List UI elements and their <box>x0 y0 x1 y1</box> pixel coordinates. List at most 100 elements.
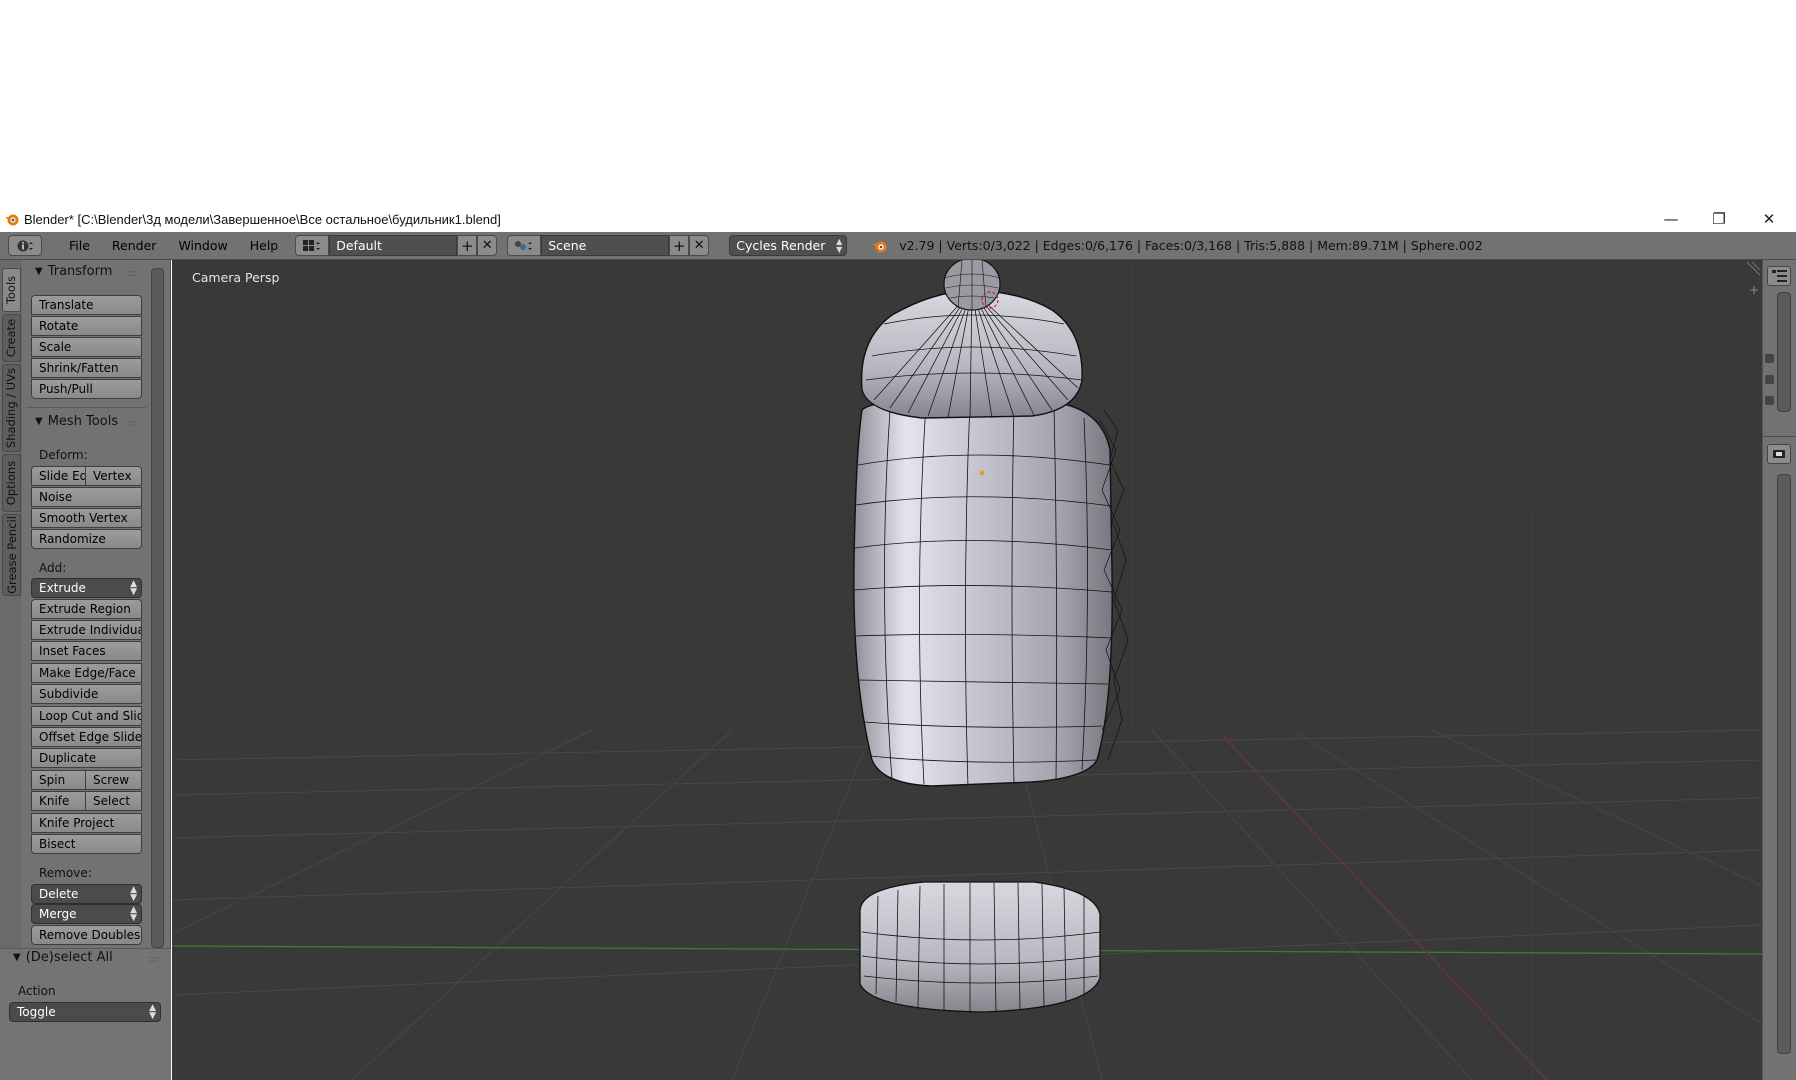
inset-faces-button[interactable]: Inset Faces <box>31 641 142 661</box>
translate-button[interactable]: Translate <box>31 295 142 315</box>
deselect-all-panel-header[interactable]: ▼ (De)select All <box>13 950 113 965</box>
merge-dropdown-label: Merge <box>39 907 77 921</box>
mesh-tools-panel-header[interactable]: ▼ Mesh Tools <box>35 414 118 429</box>
collapse-triangle-icon: ▼ <box>35 266 43 277</box>
drag-grip-icon[interactable]: :::: <box>126 268 137 279</box>
tab-shading-uvs-label: Shading / UVs <box>4 367 19 449</box>
editor-type-button[interactable] <box>8 235 42 256</box>
vertex-slide-button[interactable]: Vertex <box>85 466 142 486</box>
action-label: Action <box>18 984 56 998</box>
collapse-triangle-icon: ▼ <box>35 416 43 427</box>
camera-icon[interactable] <box>1765 354 1774 363</box>
3d-viewport[interactable]: + Camera Persp <box>172 260 1762 1080</box>
duplicate-button[interactable]: Duplicate <box>31 748 142 768</box>
randomize-button[interactable]: Randomize <box>31 529 142 549</box>
properties-editor-button[interactable] <box>1767 444 1791 464</box>
dropdown-arrows-icon: ▲ ▼ <box>836 236 843 254</box>
menu-file[interactable]: File <box>58 235 101 257</box>
x-icon: ✕ <box>693 238 705 253</box>
mesh-tools-panel-title: Mesh Tools <box>47 414 119 429</box>
extrude-region-button[interactable]: Extrude Region <box>31 599 142 619</box>
minimize-button[interactable]: — <box>1648 206 1694 232</box>
remove-scene-button[interactable]: ✕ <box>689 235 710 256</box>
drag-grip-icon[interactable]: :::: <box>148 954 159 965</box>
render-engine-dropdown[interactable]: Cycles Render ▲ ▼ <box>729 235 848 256</box>
push-pull-button[interactable]: Push/Pull <box>31 379 142 399</box>
tab-shading-uvs[interactable]: Shading / UVs <box>2 364 21 452</box>
scale-button[interactable]: Scale <box>31 337 142 357</box>
knife-project-button[interactable]: Knife Project <box>31 813 142 833</box>
camera-icon[interactable] <box>1765 375 1774 384</box>
tool-shelf: Tools Create Shading / UVs Options Greas… <box>0 260 171 1080</box>
subdivide-button[interactable]: Subdivide <box>31 684 142 704</box>
menu-render[interactable]: Render <box>101 235 168 257</box>
rotate-button[interactable]: Rotate <box>31 316 142 336</box>
properties-scrollbar[interactable] <box>1777 474 1791 1054</box>
outliner-scrollbar[interactable] <box>1777 292 1791 412</box>
close-button[interactable]: ✕ <box>1746 206 1792 232</box>
slide-edge-button[interactable]: Slide Ed <box>31 466 86 486</box>
tab-create[interactable]: Create <box>2 314 21 362</box>
collapse-triangle-icon: ▼ <box>13 952 21 963</box>
properties-sidebar-strip <box>1762 260 1796 1080</box>
outliner-toggle-button[interactable] <box>1767 266 1791 286</box>
region-divider <box>1763 436 1796 437</box>
window-titlebar: Blender* [C:\Blender\3д модели\Завершенн… <box>0 206 1796 232</box>
properties-icon <box>1773 450 1785 458</box>
transform-panel-title: Transform <box>47 264 113 279</box>
extrude-individual-button[interactable]: Extrude Individual <box>31 620 142 640</box>
tab-tools[interactable]: Tools <box>2 268 21 312</box>
merge-dropdown[interactable]: Merge ▲ ▼ <box>31 904 142 924</box>
scene-field[interactable]: Scene <box>541 235 670 256</box>
scene-icon <box>515 240 533 250</box>
dropdown-arrows-icon: ▲ ▼ <box>130 885 137 903</box>
add-scene-button[interactable]: + <box>669 235 690 256</box>
noise-button[interactable]: Noise <box>31 487 142 507</box>
offset-edge-slide-button[interactable]: Offset Edge Slide <box>31 727 142 747</box>
alarm-clock-mesh[interactable] <box>853 260 1129 1013</box>
action-dropdown-label: Toggle <box>17 1005 56 1019</box>
remove-doubles-button[interactable]: Remove Doubles <box>31 925 142 945</box>
spin-button[interactable]: Spin <box>31 770 86 790</box>
panel-divider <box>26 407 146 408</box>
restore-button[interactable]: ❐ <box>1696 206 1742 232</box>
bisect-button[interactable]: Bisect <box>31 834 142 854</box>
viewport-plus-icon: + <box>1749 283 1759 297</box>
layout-grid-icon <box>303 239 321 251</box>
window-title: Blender* [C:\Blender\3д модели\Завершенн… <box>24 211 501 227</box>
x-axis-line <box>1221 734 1548 1080</box>
make-edge-face-button[interactable]: Make Edge/Face <box>31 663 142 683</box>
remove-layout-button[interactable]: ✕ <box>477 235 498 256</box>
remove-label: Remove: <box>39 866 92 880</box>
loop-cut-slide-button[interactable]: Loop Cut and Slide <box>31 706 142 726</box>
scene-selector[interactable] <box>507 235 542 256</box>
deform-label: Deform: <box>39 448 88 462</box>
blender-logo-icon <box>5 214 19 226</box>
x-icon: ✕ <box>481 238 493 253</box>
knife-button[interactable]: Knife <box>31 791 86 811</box>
tab-grease-pencil[interactable]: Grease Pencil <box>2 514 21 596</box>
render-engine-label: Cycles Render <box>736 238 826 253</box>
action-dropdown[interactable]: Toggle ▲ ▼ <box>9 1002 161 1022</box>
transform-panel-header[interactable]: ▼ Transform <box>35 264 112 279</box>
camera-icon[interactable] <box>1765 396 1774 405</box>
screw-button[interactable]: Screw <box>85 770 142 790</box>
delete-dropdown[interactable]: Delete ▲ ▼ <box>31 884 142 904</box>
close-icon: ✕ <box>1762 210 1776 228</box>
menu-help[interactable]: Help <box>239 235 290 257</box>
tab-options[interactable]: Options <box>2 454 21 512</box>
shrink-fatten-button[interactable]: Shrink/Fatten <box>31 358 142 378</box>
screen-layout-field[interactable]: Default <box>329 235 458 256</box>
dropdown-arrows-icon: ▲ ▼ <box>130 579 137 597</box>
extrude-dropdown[interactable]: Extrude ▲ ▼ <box>31 578 142 598</box>
screen-layout-selector[interactable] <box>295 235 330 256</box>
menu-window[interactable]: Window <box>167 235 238 257</box>
drag-grip-icon[interactable]: :::: <box>126 418 137 429</box>
dropdown-arrows-icon: ▲ ▼ <box>149 1003 156 1021</box>
object-origin-icon <box>979 470 985 476</box>
smooth-vertex-button[interactable]: Smooth Vertex <box>31 508 142 528</box>
knife-select-button[interactable]: Select <box>85 791 142 811</box>
add-layout-button[interactable]: + <box>457 235 478 256</box>
tool-shelf-scrollbar[interactable] <box>151 268 164 948</box>
dropdown-arrows-icon: ▲ ▼ <box>130 905 137 923</box>
